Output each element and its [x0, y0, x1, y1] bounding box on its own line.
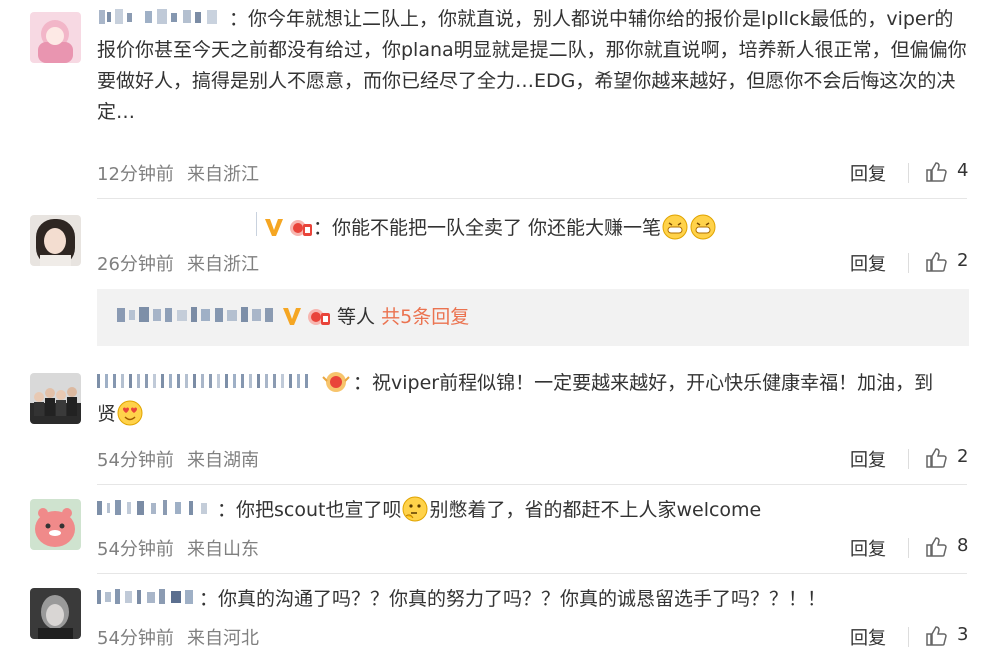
- timestamp: 54分钟前: [97, 450, 174, 471]
- thumbs-up-icon[interactable]: [925, 625, 947, 647]
- grin-emoji-icon: [690, 214, 716, 240]
- fan-badge-icon: [307, 293, 330, 325]
- action-separator: [908, 627, 909, 647]
- timestamp: 54分钟前: [97, 628, 174, 649]
- fan-badge-icon: [321, 371, 351, 393]
- sub-replies-box[interactable]: 等人 共5条回复: [97, 289, 969, 346]
- verified-v-icon: [281, 293, 303, 325]
- avatar[interactable]: [30, 12, 81, 63]
- thinking-emoji-icon: [402, 496, 428, 522]
- comment-divider: [97, 484, 967, 485]
- username-pixelated[interactable]: [255, 212, 259, 236]
- reply-button[interactable]: 回复: [850, 250, 886, 276]
- action-separator: [908, 163, 909, 183]
- username-pixelated[interactable]: [97, 497, 215, 517]
- username-pixelated[interactable]: [97, 586, 197, 606]
- timestamp: 26分钟前: [97, 254, 174, 275]
- like-count: 3: [957, 624, 969, 645]
- comment-divider: [97, 198, 967, 199]
- location: 来自湖南: [187, 450, 259, 471]
- action-separator: [908, 538, 909, 558]
- grin-emoji-icon: [662, 214, 688, 240]
- thumbs-up-icon[interactable]: [925, 251, 947, 273]
- reply-button[interactable]: 回复: [850, 535, 886, 561]
- heart-eyes-emoji-icon: [117, 400, 143, 426]
- reply-button[interactable]: 回复: [850, 160, 886, 186]
- like-count: 4: [957, 160, 969, 181]
- location: 来自河北: [187, 628, 259, 649]
- thumbs-up-icon[interactable]: [925, 447, 947, 469]
- sub-replies-suffix: 等人: [337, 306, 376, 328]
- timestamp: 54分钟前: [97, 539, 174, 560]
- comment-text: ：你把scout也宣了呗 别憋着了，省的都赶不上人家welcome: [97, 495, 967, 526]
- thumbs-up-icon[interactable]: [925, 536, 947, 558]
- comment-divider: [97, 573, 967, 574]
- reply-button[interactable]: 回复: [850, 624, 886, 650]
- location: 来自浙江: [187, 254, 259, 275]
- fan-badge-icon: [289, 216, 312, 238]
- avatar[interactable]: [30, 373, 81, 424]
- action-separator: [908, 449, 909, 469]
- like-count: 8: [957, 535, 969, 556]
- avatar[interactable]: [30, 499, 81, 550]
- location: 来自浙江: [187, 164, 259, 185]
- username-pixelated[interactable]: [97, 6, 227, 26]
- view-replies-link[interactable]: 共5条回复: [381, 306, 469, 328]
- username-pixelated[interactable]: [97, 370, 317, 390]
- comment-text: ：你今年就想让二队上，你就直说，别人都说中辅你给的报价是lpllck最低的，vi…: [97, 6, 967, 123]
- comment-text: ：你真的沟通了吗？？你真的努力了吗？？你真的诚恳留选手了吗？？！！: [97, 584, 967, 615]
- avatar[interactable]: [30, 215, 81, 266]
- like-count: 2: [957, 250, 969, 271]
- like-count: 2: [957, 446, 969, 467]
- timestamp: 12分钟前: [97, 164, 174, 185]
- username-pixelated[interactable]: [117, 291, 277, 322]
- verified-v-icon: [263, 216, 285, 238]
- action-separator: [908, 253, 909, 273]
- thumbs-up-icon[interactable]: [925, 161, 947, 183]
- reply-button[interactable]: 回复: [850, 446, 886, 472]
- comment-text: ：你能不能把一队全卖了 你还能大赚一笔: [255, 212, 955, 244]
- comment-text: ：祝viper前程似锦！一定要越来越好，开心快乐健康幸福！加油，到贤: [97, 370, 934, 426]
- sub-replies-content: 等人 共5条回复: [117, 289, 469, 346]
- location: 来自山东: [187, 539, 259, 560]
- avatar[interactable]: [30, 588, 81, 639]
